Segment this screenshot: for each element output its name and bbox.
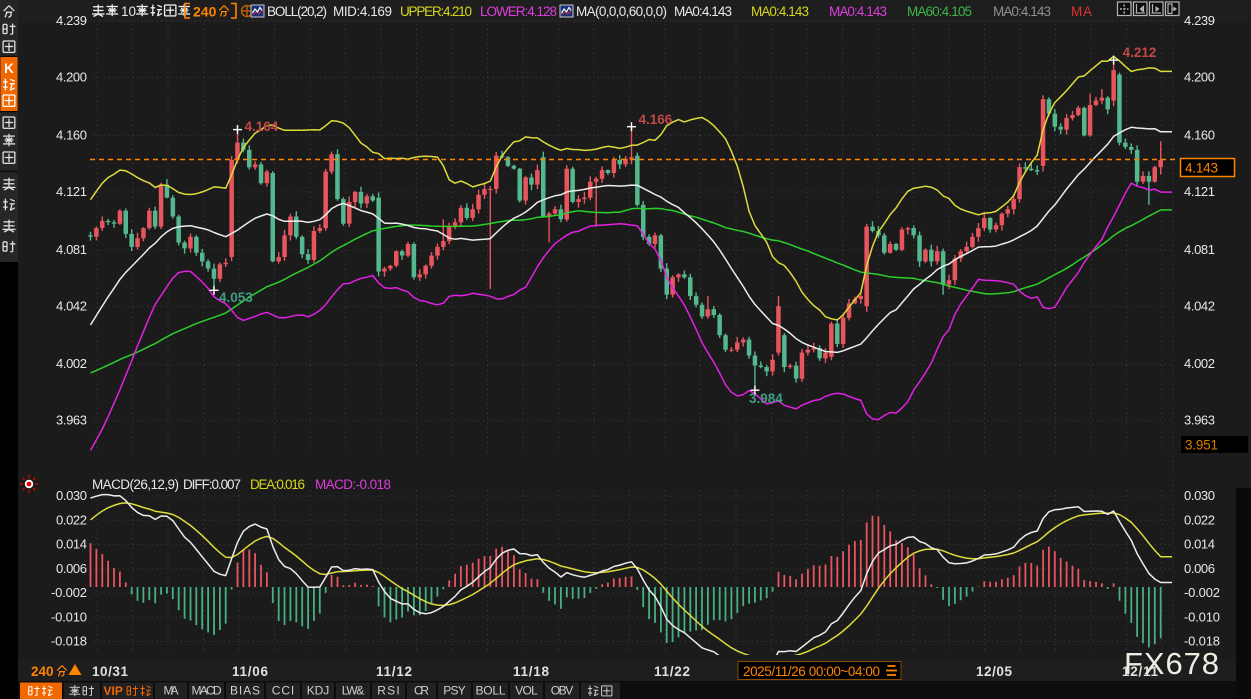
svg-text:DEA:0.016: DEA:0.016 [250,477,305,492]
svg-text:MA0:4.143: MA0:4.143 [674,4,732,19]
svg-text:PSY: PSY [443,684,466,698]
svg-text:-0.010: -0.010 [1184,609,1220,624]
svg-text:MA: MA [164,684,179,698]
svg-text:LW&: LW& [342,684,365,698]
svg-text:RSI: RSI [377,684,400,698]
svg-text:4.200: 4.200 [1184,69,1215,84]
svg-text:4.121: 4.121 [1184,184,1215,199]
svg-text:4.239: 4.239 [1184,13,1215,28]
svg-text:DIFF:0.007: DIFF:0.007 [183,477,241,492]
svg-text:4.239: 4.239 [56,13,87,28]
svg-text:4.081: 4.081 [56,242,87,257]
svg-text:0.006: 0.006 [1184,561,1215,576]
svg-text:CCI: CCI [272,684,295,698]
svg-text:4.081: 4.081 [1184,242,1215,257]
svg-text:4.212: 4.212 [1123,45,1157,60]
svg-text:4.164: 4.164 [245,119,279,134]
svg-text:4.143: 4.143 [1185,161,1218,176]
svg-text:3.951: 3.951 [1185,438,1218,453]
svg-text:4.200: 4.200 [56,69,87,84]
svg-text:-0.018: -0.018 [51,634,87,649]
svg-text:11/06: 11/06 [232,664,268,679]
svg-text:VOL: VOL [515,684,538,698]
svg-text:-0.002: -0.002 [1184,585,1220,600]
svg-text:0.030: 0.030 [56,488,87,503]
svg-text:4.002: 4.002 [56,356,87,371]
svg-text:K: K [4,61,14,76]
svg-text:MACD: MACD [192,684,222,698]
svg-text:3.963: 3.963 [1184,413,1215,428]
svg-text:0.006: 0.006 [56,561,87,576]
svg-text:10/31: 10/31 [92,664,128,679]
svg-text:MID:4.169: MID:4.169 [333,4,392,19]
svg-text:BOLL: BOLL [476,684,506,698]
svg-text:4.002: 4.002 [1184,356,1215,371]
svg-text:BOLL(20,2): BOLL(20,2) [267,4,327,19]
svg-text:3.984: 3.984 [749,391,783,406]
svg-text:4.053: 4.053 [219,290,253,305]
svg-text:240: 240 [31,664,54,679]
svg-text:UPPER:4.210: UPPER:4.210 [400,4,472,19]
svg-text:3.963: 3.963 [56,413,87,428]
svg-text:4.160: 4.160 [1184,127,1215,142]
svg-text:4.042: 4.042 [56,298,87,313]
svg-text:KDJ: KDJ [307,684,330,698]
svg-text:4.042: 4.042 [1184,298,1215,313]
svg-text:LOWER:4.128: LOWER:4.128 [480,4,557,19]
svg-text:MA(0,0,0,60,0,0): MA(0,0,0,60,0,0) [576,4,667,19]
svg-text:-0.002: -0.002 [51,585,87,600]
svg-text:MA: MA [1071,4,1092,19]
svg-text:MA0:4.143: MA0:4.143 [993,4,1051,19]
svg-text:4.166: 4.166 [638,112,672,127]
svg-text:11/12: 11/12 [376,664,412,679]
svg-text:10: 10 [121,4,136,19]
svg-text:0.022: 0.022 [1184,512,1215,527]
svg-text:2025/11/26 00:00~04:00: 2025/11/26 00:00~04:00 [743,664,880,679]
svg-text:4.160: 4.160 [56,127,87,142]
svg-text:0.022: 0.022 [56,512,87,527]
svg-text:0.030: 0.030 [1184,488,1215,503]
svg-text:240: 240 [193,4,217,20]
svg-text:0.014: 0.014 [56,537,87,552]
svg-text:MACD(26,12,9): MACD(26,12,9) [92,477,179,492]
svg-text:CR: CR [414,684,429,698]
svg-text:12/05: 12/05 [976,664,1012,679]
svg-text:11/18: 11/18 [513,664,549,679]
svg-text:0.014: 0.014 [1184,537,1215,552]
svg-text:MA0:4.143: MA0:4.143 [751,4,809,19]
svg-text:FX678: FX678 [1124,646,1219,681]
svg-text:MA0:4.143: MA0:4.143 [829,4,887,19]
svg-text:MACD:-0.018: MACD:-0.018 [315,477,391,492]
svg-text:BIAS: BIAS [230,684,260,698]
svg-text:MA60:4.105: MA60:4.105 [907,4,972,19]
svg-text:OBV: OBV [551,684,574,698]
svg-text:-0.010: -0.010 [51,609,87,624]
svg-text:11/22: 11/22 [654,664,690,679]
svg-text:4.121: 4.121 [56,184,87,199]
svg-text:VIP: VIP [104,684,123,698]
